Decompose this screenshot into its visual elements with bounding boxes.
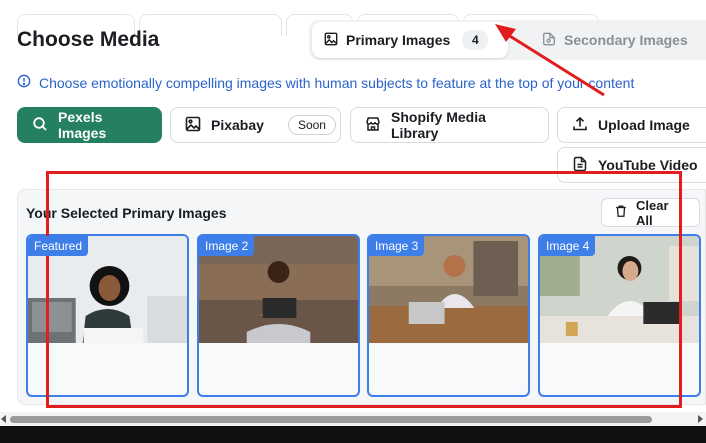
search-icon [32, 116, 48, 135]
upload-image-button[interactable]: Upload Image [557, 107, 706, 143]
image-tag: Featured [28, 236, 89, 256]
image-tag: Image 2 [199, 236, 255, 256]
tab-secondary-images[interactable]: Secondary Images [530, 22, 706, 58]
tab-primary-images[interactable]: Primary Images 4 [312, 22, 508, 58]
background-tab [139, 14, 282, 36]
store-icon [365, 116, 381, 135]
pexels-label: Pexels Images [58, 109, 107, 141]
upload-icon [572, 116, 588, 135]
selected-images-title: Your Selected Primary Images [26, 205, 227, 221]
shopify-label: Shopify Media Library [391, 109, 486, 141]
primary-count-badge: 4 [462, 30, 489, 50]
trash-icon [614, 204, 628, 221]
pexels-images-button[interactable]: Pexels Images [17, 107, 162, 143]
selected-image-card[interactable]: Featured [26, 234, 189, 397]
selected-image-card[interactable]: Image 3 [367, 234, 530, 397]
youtube-label: YouTube Video [598, 157, 698, 173]
upload-label: Upload Image [598, 117, 690, 133]
image-tag: Image 3 [369, 236, 425, 256]
info-text: Choose emotionally compelling images wit… [39, 74, 635, 91]
shopify-media-library-button[interactable]: Shopify Media Library [350, 107, 549, 143]
page-title: Choose Media [17, 28, 160, 51]
scroll-left-icon[interactable] [1, 415, 6, 423]
bottom-bar [0, 426, 706, 443]
horizontal-scrollbar[interactable] [0, 412, 706, 426]
info-message: Choose emotionally compelling images wit… [17, 74, 634, 91]
document-icon [572, 156, 588, 175]
soon-badge: Soon [287, 115, 336, 135]
clear-all-label: Clear All [636, 197, 669, 228]
image-icon [324, 32, 338, 49]
selected-image-card[interactable]: Image 2 [197, 234, 360, 397]
image-icon [185, 116, 201, 135]
scroll-right-icon[interactable] [698, 415, 703, 423]
clear-all-button[interactable]: Clear All [601, 197, 700, 228]
selected-image-card[interactable]: Image 4 [538, 234, 701, 397]
pixabay-button[interactable]: Pixabay Soon [170, 107, 341, 143]
tab-secondary-label: Secondary Images [564, 32, 688, 48]
youtube-video-button[interactable]: YouTube Video [557, 147, 706, 183]
tab-primary-label: Primary Images [346, 32, 451, 48]
scrollbar-thumb[interactable] [10, 416, 652, 423]
image-tag: Image 4 [540, 236, 596, 256]
info-circle-icon [17, 74, 31, 91]
pixabay-label: Pixabay [211, 117, 264, 133]
image-gear-icon [542, 32, 556, 49]
